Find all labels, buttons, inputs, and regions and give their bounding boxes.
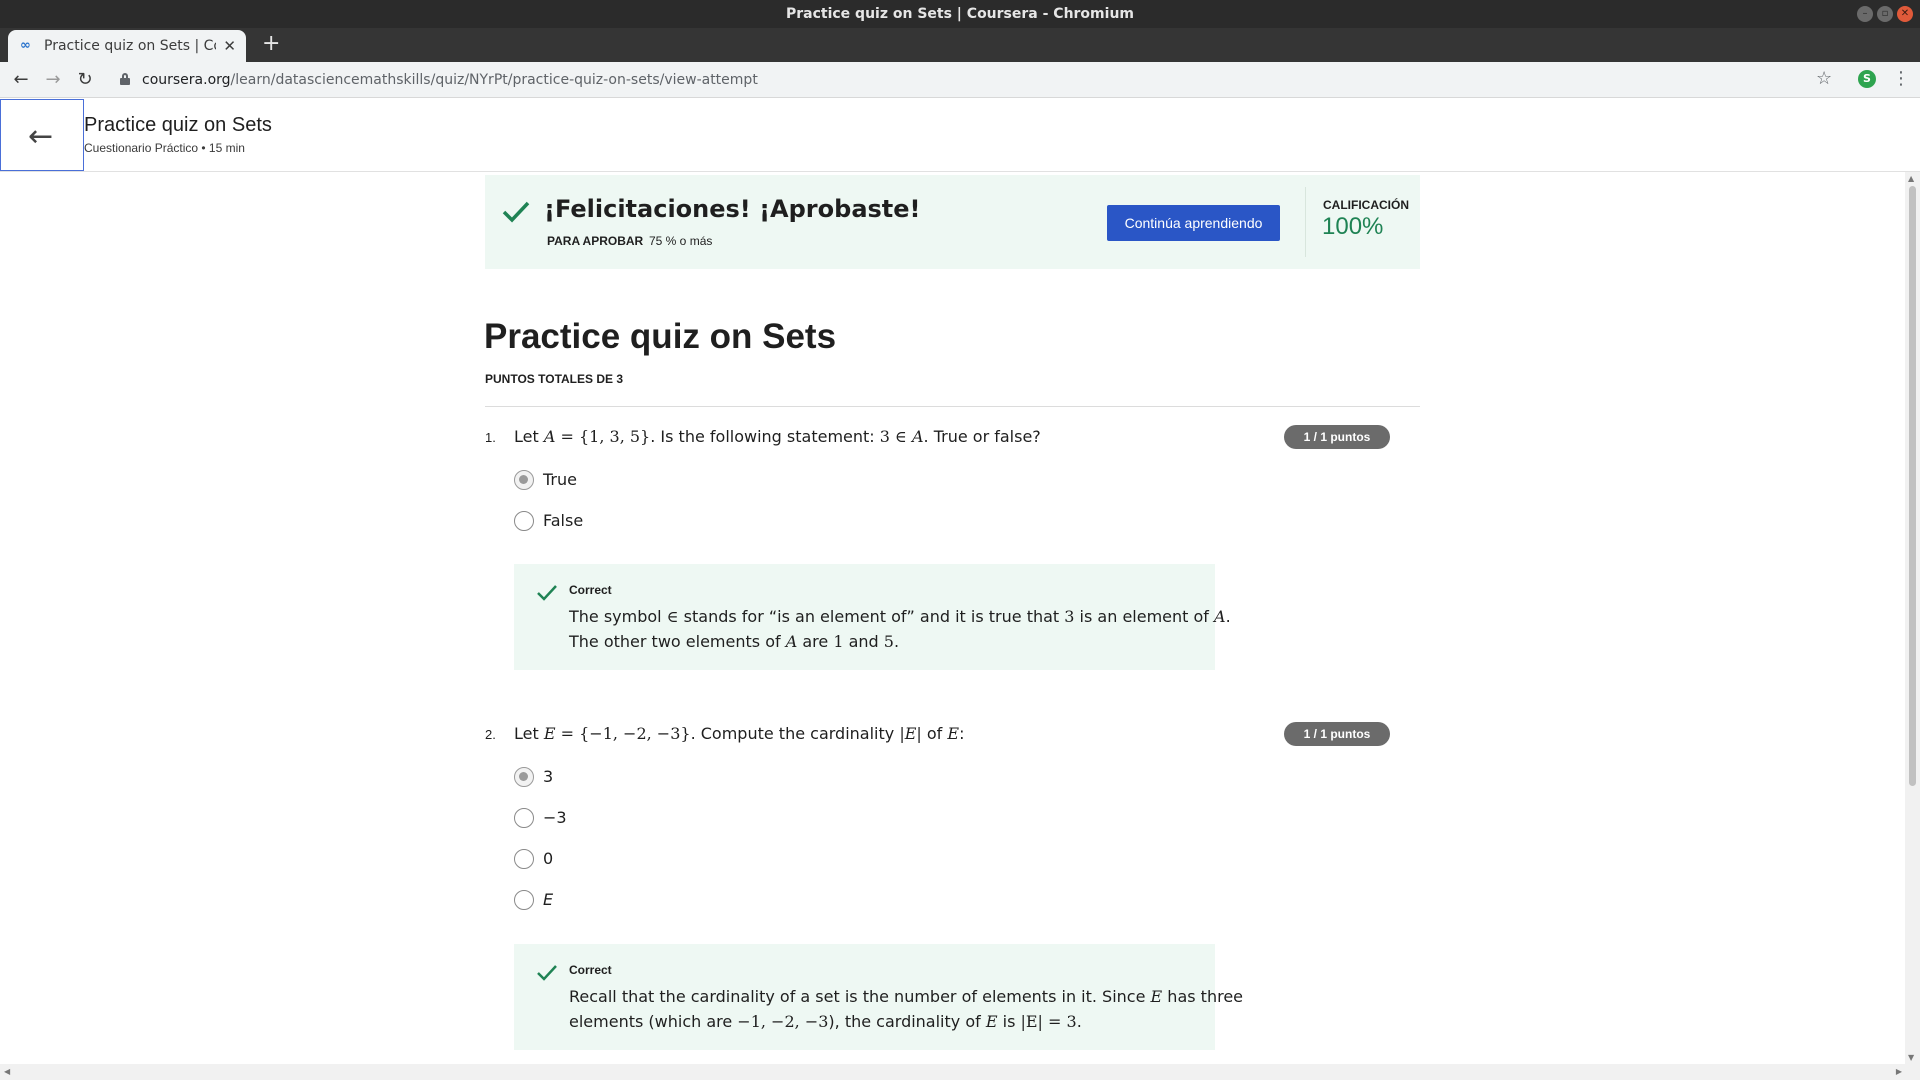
grade-label: CALIFICACIÓN: [1323, 198, 1409, 212]
tab-title: Practice quiz on Sets | Coursera: [44, 38, 216, 54]
checkmark-icon: [537, 585, 557, 601]
option-label: 0: [543, 849, 554, 868]
feedback-box: Correct Recall that the cardinality of a…: [514, 944, 1243, 1050]
total-points: PUNTOS TOTALES DE 3: [485, 372, 624, 386]
forward-icon[interactable]: →: [42, 69, 64, 91]
page-subtitle: Cuestionario Práctico • 15 min: [84, 141, 245, 155]
option-0[interactable]: 0: [514, 847, 714, 871]
option-3[interactable]: 3: [514, 765, 714, 789]
tab-strip: ∞ Practice quiz on Sets | Coursera ✕ +: [0, 28, 1920, 62]
option-label: E: [543, 890, 554, 909]
checkmark-icon: [502, 201, 530, 223]
new-tab-icon[interactable]: +: [262, 31, 280, 56]
horizontal-scrollbar[interactable]: ◀ ▶: [0, 1064, 1920, 1080]
option-minus-3[interactable]: −3: [514, 806, 714, 830]
url-path: /learn/datasciencemathskills/quiz/NYrPt/…: [230, 72, 758, 88]
lock-icon[interactable]: [120, 73, 130, 85]
address-bar[interactable]: coursera.org/learn/datasciencemathskills…: [142, 72, 758, 88]
radio-button[interactable]: [514, 511, 534, 531]
banner-divider: [1305, 187, 1306, 257]
bookmark-star-icon[interactable]: ☆: [1816, 68, 1832, 89]
coursera-favicon-icon: ∞: [20, 38, 31, 53]
feedback-text: The symbol ∈ stands for “is an element o…: [569, 607, 1231, 626]
question-number: 1.: [485, 430, 496, 445]
arrow-left-icon: ←: [28, 119, 54, 154]
radio-button[interactable]: [514, 470, 534, 490]
scroll-right-icon[interactable]: ▶: [1896, 1067, 1902, 1076]
scroll-up-icon[interactable]: ▲: [1908, 174, 1914, 183]
radio-button[interactable]: [514, 849, 534, 869]
feedback-text: The other two elements of A are 1 and 5.: [569, 632, 900, 651]
option-label: 3: [543, 767, 554, 786]
scroll-down-icon[interactable]: ▼: [1908, 1053, 1914, 1062]
pass-value: 75 % o más: [649, 234, 713, 248]
grade-value: 100%: [1322, 213, 1384, 240]
divider: [485, 406, 1420, 407]
points-badge: 1 / 1 puntos: [1284, 722, 1390, 746]
page-header: ← Practice quiz on Sets Cuestionario Prá…: [0, 98, 1920, 172]
option-true[interactable]: True: [514, 468, 714, 492]
back-icon[interactable]: ←: [10, 69, 32, 91]
checkmark-icon: [537, 965, 557, 981]
feedback-box: Correct The symbol ∈ stands for “is an e…: [514, 564, 1231, 670]
question-text: Let A = {1, 3, 5}. Is the following stat…: [514, 427, 1041, 446]
browser-tab[interactable]: ∞ Practice quiz on Sets | Coursera ✕: [8, 30, 246, 62]
quiz-title: Practice quiz on Sets: [484, 317, 837, 356]
pass-label: PARA APROBAR: [547, 234, 644, 248]
continue-learning-button[interactable]: Continúa aprendiendo: [1107, 205, 1280, 241]
page-title: Practice quiz on Sets: [84, 114, 272, 136]
option-e[interactable]: E: [514, 888, 714, 912]
url-host: coursera.org: [142, 72, 231, 88]
reload-icon[interactable]: ↻: [74, 69, 96, 91]
question-text: Let E = {−1, −2, −3}. Compute the cardin…: [514, 724, 965, 743]
option-label: −3: [543, 808, 567, 827]
back-button[interactable]: ←: [0, 99, 84, 171]
question-number: 2.: [485, 727, 496, 742]
pass-banner: ¡Felicitaciones! ¡Aprobaste! PARA APROBA…: [485, 175, 1420, 269]
radio-button[interactable]: [514, 808, 534, 828]
minimize-icon[interactable]: –: [1857, 6, 1873, 22]
profile-avatar[interactable]: S: [1858, 70, 1876, 88]
browser-toolbar: ← → ↻ coursera.org/learn/datasciencemath…: [0, 62, 1920, 98]
feedback-title: Correct: [569, 583, 612, 597]
scroll-left-icon[interactable]: ◀: [4, 1067, 10, 1076]
option-label: True: [543, 470, 577, 489]
window-titlebar: Practice quiz on Sets | Coursera - Chrom…: [0, 0, 1920, 28]
vertical-scrollbar[interactable]: ▲ ▼: [1905, 172, 1920, 1064]
tab-close-icon[interactable]: ✕: [223, 37, 236, 55]
feedback-text: elements (which are −1, −2, −3), the car…: [569, 1012, 1082, 1031]
maximize-icon[interactable]: ▫: [1877, 6, 1893, 22]
feedback-title: Correct: [569, 963, 612, 977]
close-window-icon[interactable]: ✕: [1897, 6, 1913, 22]
points-badge: 1 / 1 puntos: [1284, 425, 1390, 449]
feedback-text: Recall that the cardinality of a set is …: [569, 987, 1243, 1006]
option-false[interactable]: False: [514, 509, 714, 533]
menu-kebab-icon[interactable]: ⋮: [1892, 68, 1910, 89]
option-label: False: [543, 511, 584, 530]
radio-button[interactable]: [514, 890, 534, 910]
scrollbar-thumb[interactable]: [1909, 186, 1916, 786]
window-title: Practice quiz on Sets | Coursera - Chrom…: [785, 6, 1134, 22]
congrats-heading: ¡Felicitaciones! ¡Aprobaste!: [544, 195, 921, 223]
radio-button[interactable]: [514, 767, 534, 787]
